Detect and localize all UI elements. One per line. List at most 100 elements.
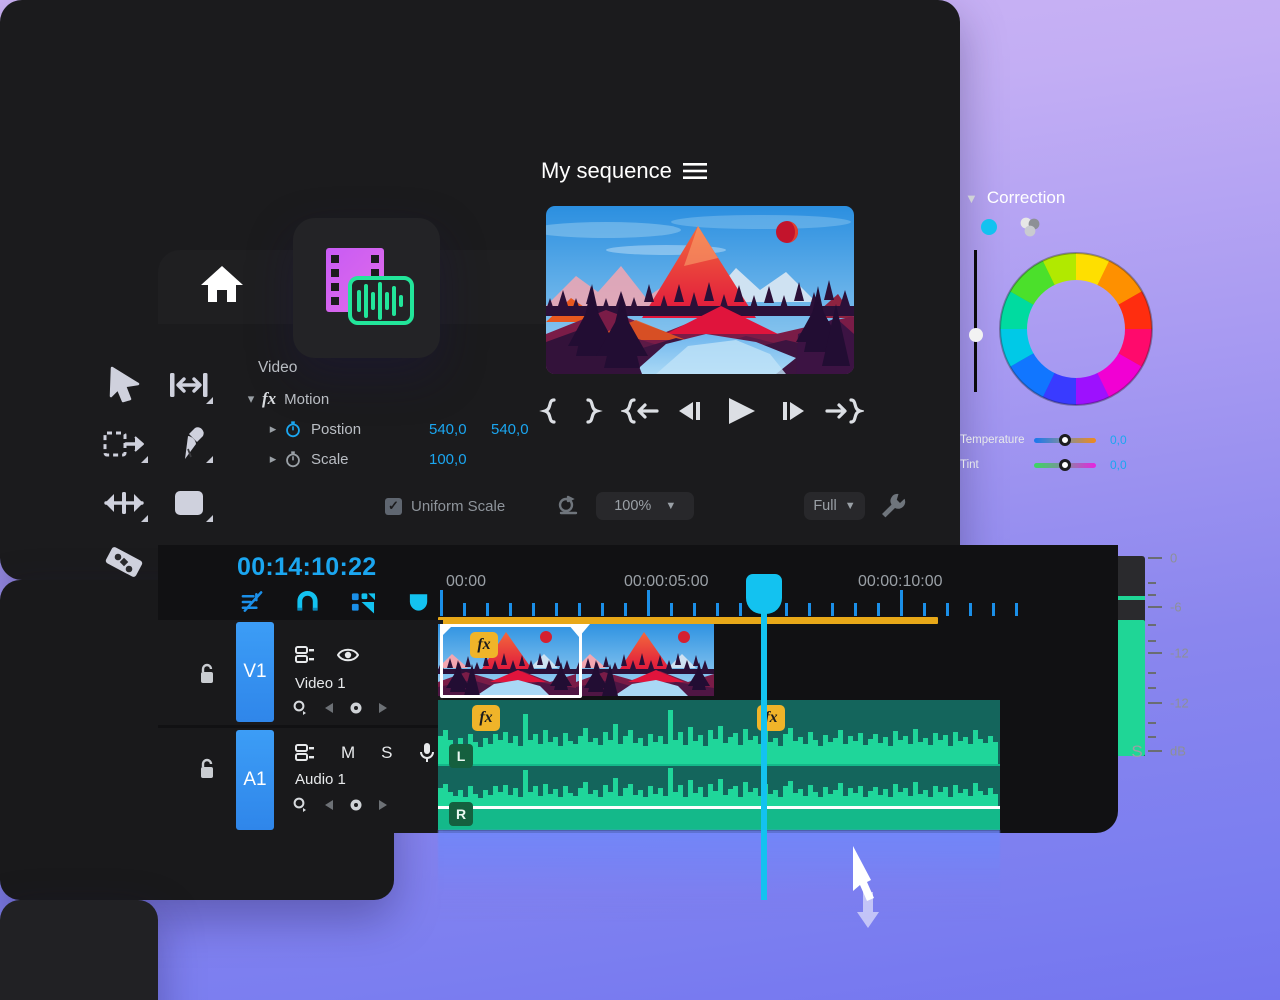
reset-anchor-icon	[558, 495, 578, 515]
audio-clip-fx-badge-left[interactable]: fx	[472, 705, 500, 731]
chevron-down-icon: ▼	[844, 500, 856, 512]
tool-expand-corner	[141, 515, 148, 522]
playhead-line[interactable]	[761, 600, 767, 900]
track-name-a1[interactable]: Audio 1	[295, 771, 346, 788]
temperature-knob[interactable]	[1059, 434, 1071, 446]
down-arrow-icon	[857, 892, 879, 928]
eye-icon[interactable]	[337, 647, 359, 663]
play-icon	[729, 398, 756, 424]
media-browser-button[interactable]	[293, 218, 440, 358]
timeline-ruler[interactable]: 00:00 00:00:05:00 00:00:10:00	[438, 570, 1038, 618]
razor-icon	[105, 546, 142, 577]
stopwatch-icon[interactable]	[284, 450, 302, 468]
track-badge-a1[interactable]: A1	[236, 730, 274, 830]
track-select-both-icon	[169, 372, 207, 397]
color-wheel-icon	[995, 248, 1157, 410]
uniform-scale-checkbox[interactable]: ✓ Uniform Scale	[385, 497, 540, 515]
selection-tool[interactable]	[91, 355, 156, 414]
mute-button[interactable]: M	[341, 743, 355, 763]
keyframe-add-icon[interactable]	[293, 797, 309, 813]
work-area-bar[interactable]	[438, 617, 938, 624]
property-row-scale[interactable]: ▸ Scale 100,0	[240, 444, 660, 474]
meter-label-12b: -12	[1170, 695, 1189, 711]
track-lock-a1[interactable]	[196, 758, 218, 780]
tint-knob[interactable]	[1059, 459, 1071, 471]
unlock-icon	[201, 758, 213, 778]
chevron-down-icon[interactable]: ▼	[965, 191, 978, 206]
chevron-right-icon[interactable]: ▸	[262, 451, 284, 467]
keyframe-icon[interactable]	[349, 701, 363, 715]
home-button[interactable]	[196, 258, 248, 310]
playhead-handle[interactable]	[746, 574, 782, 614]
prev-keyframe-icon[interactable]	[323, 701, 335, 715]
audio-meter-scale: 0 -6 -12 -12 dB	[1148, 551, 1198, 760]
track-layout-icon[interactable]	[295, 645, 315, 665]
audio-clip[interactable]	[438, 700, 1000, 830]
property-label: Postion	[311, 420, 362, 438]
property-value-scale[interactable]: 100,0	[429, 451, 491, 468]
transport-controls	[533, 390, 867, 432]
track-badge-v1[interactable]: V1	[236, 622, 274, 722]
step-forward-icon	[782, 402, 804, 420]
correction-title-row[interactable]: ▼ Correction	[965, 188, 1065, 208]
go-to-in-button[interactable]	[618, 394, 662, 428]
snap-magnet-icon[interactable]	[295, 590, 320, 614]
quality-select[interactable]: Full ▼	[803, 492, 866, 520]
play-button[interactable]	[718, 394, 764, 428]
property-value-x[interactable]: 540,0	[429, 421, 491, 438]
tint-value: 0,0	[1110, 458, 1127, 472]
pen-tool[interactable]	[156, 414, 221, 473]
property-value-y[interactable]: 540,0	[491, 421, 529, 438]
chevron-right-icon[interactable]: ▸	[262, 421, 284, 437]
ruler-label-1: 00:00:05:00	[624, 573, 709, 590]
slip-tool[interactable]	[91, 473, 156, 532]
color-wheels-dot[interactable]	[1017, 216, 1043, 238]
track-layout-icon[interactable]	[295, 743, 315, 763]
ripple-edit-icon	[103, 431, 144, 456]
timeline-reflection	[438, 830, 1000, 922]
mic-icon[interactable]	[419, 742, 435, 764]
solo-button[interactable]: S	[381, 743, 392, 763]
next-keyframe-icon[interactable]	[377, 798, 389, 812]
mark-in-button[interactable]	[533, 394, 567, 428]
meter-label-12a: -12	[1170, 645, 1189, 661]
go-to-out-button[interactable]	[821, 394, 867, 428]
markers-icon[interactable]	[350, 590, 377, 614]
hamburger-menu-icon[interactable]	[682, 162, 707, 180]
mark-in-icon	[539, 398, 556, 424]
mark-out-button[interactable]	[575, 394, 609, 428]
keyframe-add-icon[interactable]	[293, 700, 309, 716]
zoom-level-select[interactable]: 100% ▼	[596, 492, 695, 520]
stopwatch-active-icon[interactable]	[284, 420, 302, 438]
rolling-edit-tool[interactable]	[91, 414, 156, 473]
track-name-v1[interactable]: Video 1	[295, 675, 346, 692]
rectangle-tool[interactable]	[156, 473, 221, 532]
basic-correction-dot[interactable]	[981, 219, 997, 235]
tint-slider[interactable]	[1034, 459, 1096, 471]
color-wheel[interactable]	[995, 248, 1157, 410]
clip-start-handle[interactable]	[440, 624, 454, 638]
video-clip-fx-badge[interactable]: fx	[470, 632, 498, 658]
linked-selection-icon[interactable]	[240, 590, 265, 614]
keyframe-icon[interactable]	[349, 798, 363, 812]
settings-button[interactable]	[865, 492, 920, 520]
timeline-timecode[interactable]: 00:14:10:22	[237, 553, 377, 582]
program-monitor-image[interactable]	[546, 206, 854, 374]
next-keyframe-icon[interactable]	[377, 701, 389, 715]
shield-icon[interactable]	[407, 590, 430, 614]
mouse-pointer	[843, 840, 895, 932]
prev-keyframe-icon[interactable]	[323, 798, 335, 812]
exposure-slider[interactable]	[969, 250, 983, 392]
temperature-slider[interactable]	[1034, 434, 1096, 446]
reset-button[interactable]	[540, 494, 596, 518]
razor-tool[interactable]	[91, 532, 156, 591]
channel-right-solo-button[interactable]: S	[1131, 742, 1142, 762]
temperature-slider-row: Temperature 0,0	[960, 433, 1127, 447]
step-forward-button[interactable]	[773, 394, 813, 428]
step-back-button[interactable]	[670, 394, 710, 428]
track-keyframes-v1	[293, 700, 389, 716]
clip-transition-marker[interactable]	[568, 624, 590, 637]
track-lock-v1[interactable]	[196, 663, 218, 685]
ripple-edit-tool[interactable]	[156, 355, 221, 414]
chevron-down-icon[interactable]: ▾	[240, 391, 262, 407]
